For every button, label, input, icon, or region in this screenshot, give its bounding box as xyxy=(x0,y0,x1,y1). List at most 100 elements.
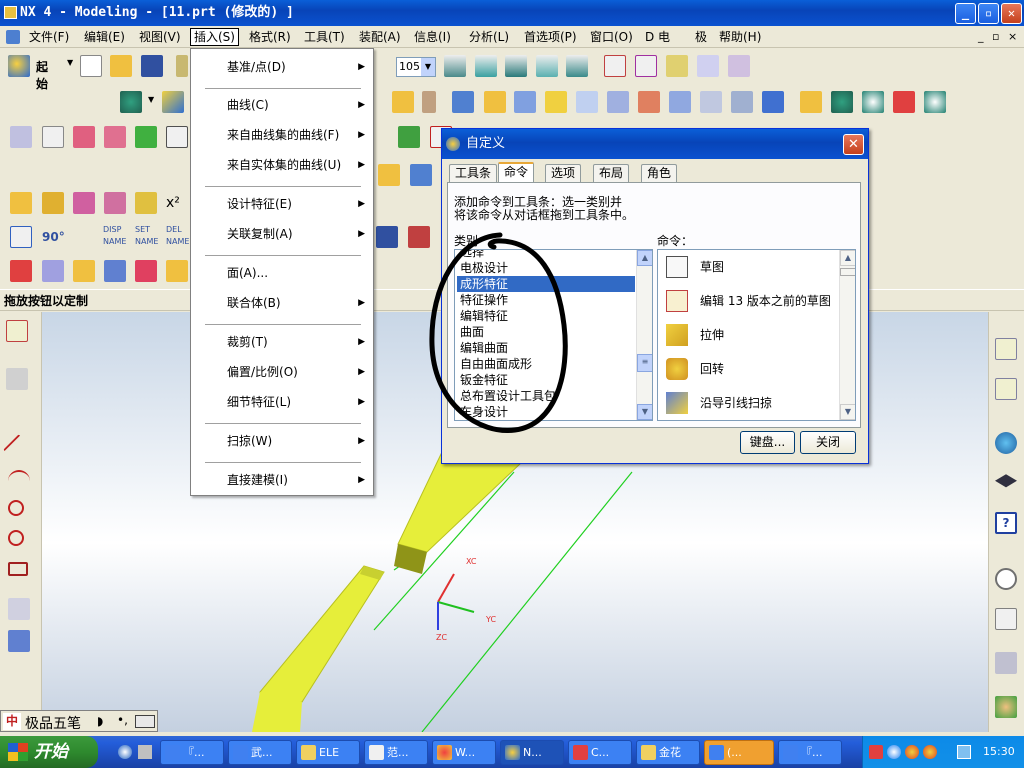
taskbar-button[interactable]: 金花 xyxy=(636,740,700,765)
section-icon[interactable] xyxy=(10,260,32,282)
menu-file[interactable]: 文件(F) xyxy=(26,28,72,46)
start-menu-button[interactable]: 起始 xyxy=(36,58,48,92)
half-width-icon[interactable]: ◗ xyxy=(97,714,103,728)
extend-icon[interactable] xyxy=(73,260,95,282)
menu-ji[interactable]: 极 xyxy=(692,28,710,46)
menu-sweep[interactable]: 扫掠(W) ▶ xyxy=(191,431,373,451)
network-icon[interactable] xyxy=(957,745,971,759)
hollow-icon[interactable] xyxy=(607,91,629,113)
menu-help[interactable]: 帮助(H) xyxy=(716,28,764,46)
scroll-down-icon[interactable]: ▼ xyxy=(637,404,652,420)
menu-insert[interactable]: 插入(S) xyxy=(190,28,239,46)
unite-icon[interactable] xyxy=(800,91,822,113)
gear-icon[interactable] xyxy=(378,164,400,186)
stack-icon[interactable] xyxy=(731,91,753,113)
layer-visible-icon[interactable] xyxy=(475,55,497,77)
chinese-mode-icon[interactable]: 中 xyxy=(3,713,21,730)
scroll-up-icon[interactable]: ▲ xyxy=(637,250,652,266)
menu-combine[interactable]: 联合体(B) ▶ xyxy=(191,293,373,313)
swept-surface-icon[interactable] xyxy=(73,192,95,214)
menu-analysis[interactable]: 分析(L) xyxy=(466,28,512,46)
mesh-icon[interactable] xyxy=(42,260,64,282)
edge-blend-icon[interactable] xyxy=(545,91,567,113)
pattern-icon[interactable] xyxy=(893,91,915,113)
punctuation-icon[interactable]: •, xyxy=(117,713,128,727)
command-item[interactable]: 回转 xyxy=(666,356,724,382)
thread-icon[interactable] xyxy=(514,91,536,113)
show-desktop-icon[interactable] xyxy=(138,745,152,759)
wcs-dynamics-icon[interactable] xyxy=(697,55,719,77)
mdi-minimize-button[interactable]: _ xyxy=(978,30,984,43)
scroll-thumb[interactable] xyxy=(840,268,855,276)
spring-icon[interactable] xyxy=(422,91,436,113)
work-layer-icon[interactable] xyxy=(566,55,588,77)
measure-icon[interactable] xyxy=(42,126,64,148)
scroll-thumb[interactable]: ≡ xyxy=(637,354,652,372)
bounded-plane-icon[interactable] xyxy=(104,192,126,214)
box-icon[interactable] xyxy=(484,91,506,113)
menu-curve[interactable]: 曲线(C) ▶ xyxy=(191,95,373,115)
menu-face[interactable]: 面(A)... xyxy=(191,263,373,283)
window-titlebar[interactable]: NX 4 - Modeling - [11.prt (修改的) ] _ ▫ ✕ xyxy=(0,0,1024,26)
tab-commands[interactable]: 命令 xyxy=(498,162,535,183)
taskbar-button-active[interactable]: N... xyxy=(500,740,564,765)
command-item[interactable]: 沿导引线扫掠 xyxy=(666,390,772,416)
quilt-icon[interactable] xyxy=(135,260,157,282)
intersect-icon[interactable] xyxy=(862,91,884,113)
taskbar-button[interactable]: 『... xyxy=(778,740,842,765)
taskbar-button-flashing[interactable]: (... xyxy=(704,740,774,765)
scroll-up-icon[interactable]: ▲ xyxy=(840,250,855,266)
menu-window[interactable]: 窗口(O) xyxy=(587,28,636,46)
list-icon[interactable] xyxy=(376,226,398,248)
pad-icon[interactable] xyxy=(392,91,414,113)
qq-icon[interactable] xyxy=(923,745,937,759)
cylinder-icon[interactable] xyxy=(669,91,691,113)
tool-icon[interactable] xyxy=(104,126,126,148)
sketch-icon[interactable] xyxy=(6,320,28,342)
menu-trim[interactable]: 裁剪(T) ▶ xyxy=(191,332,373,352)
menu-datum-point[interactable]: 基准/点(D) ▶ xyxy=(191,57,373,77)
taskbar-button[interactable]: C... xyxy=(568,740,632,765)
tab-roles[interactable]: 角色 xyxy=(641,164,678,182)
menu-edit[interactable]: 编辑(E) xyxy=(81,28,128,46)
clock[interactable]: 15:30 xyxy=(983,736,1015,768)
taskbar-button[interactable]: 『... xyxy=(160,740,224,765)
taskbar-button[interactable]: 范... xyxy=(364,740,428,765)
menu-electrode[interactable]: D 电 xyxy=(642,28,673,46)
tab-toolbars[interactable]: 工具条 xyxy=(449,164,498,182)
assembly-nav-icon[interactable] xyxy=(10,126,32,148)
angle-90-icon[interactable]: 90° xyxy=(42,226,65,248)
move-to-layer-icon[interactable] xyxy=(505,55,527,77)
roles-icon[interactable] xyxy=(995,696,1017,718)
wcs-save-icon[interactable] xyxy=(728,55,750,77)
camera-icon[interactable] xyxy=(6,368,28,390)
disp-name-icon[interactable]: DISP NAME xyxy=(103,224,133,246)
plate-icon[interactable] xyxy=(700,91,722,113)
menu-info[interactable]: 信息(I) xyxy=(411,28,454,46)
wcs-rotate-icon[interactable] xyxy=(635,55,657,77)
tab-options[interactable]: 选项 xyxy=(545,164,582,182)
menu-detail-feature[interactable]: 细节特征(L) ▶ xyxy=(191,392,373,412)
help-icon[interactable]: ? xyxy=(995,512,1017,534)
palette-icon[interactable] xyxy=(995,608,1017,630)
through-curves-icon[interactable] xyxy=(10,192,32,214)
start-button[interactable]: 开始 xyxy=(0,736,98,768)
cut-icon[interactable] xyxy=(176,55,188,77)
scroll-down-icon[interactable]: ▼ xyxy=(840,404,855,420)
del-name-icon[interactable]: DEL NAME xyxy=(166,224,190,246)
ie-quicklaunch-icon[interactable] xyxy=(118,745,132,759)
subtract-icon[interactable] xyxy=(831,91,853,113)
menu-associative-copy[interactable]: 关联复制(A) ▶ xyxy=(191,224,373,244)
command-scrollbar[interactable]: ▲ ▼ xyxy=(839,250,855,420)
keyboard-button[interactable]: 键盘... xyxy=(740,431,795,454)
spline-icon[interactable] xyxy=(8,598,30,620)
dimension-icon[interactable] xyxy=(10,226,32,248)
circle-icon[interactable] xyxy=(8,500,24,516)
layer-settings-icon[interactable] xyxy=(444,55,466,77)
trim-body-icon[interactable] xyxy=(924,91,946,113)
set-name-icon[interactable]: SET NAME xyxy=(135,224,165,246)
assembly-navigator-icon[interactable] xyxy=(995,338,1017,360)
arc-icon[interactable] xyxy=(8,470,30,492)
new-file-icon[interactable] xyxy=(80,55,102,77)
qq-icon[interactable] xyxy=(905,745,919,759)
